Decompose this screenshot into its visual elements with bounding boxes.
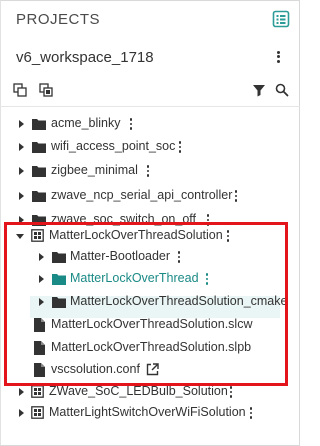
panel-title: PROJECTS bbox=[16, 10, 101, 28]
workspace-more-icon[interactable] bbox=[273, 48, 283, 66]
more-icon[interactable] bbox=[232, 189, 240, 203]
chevron-right-icon[interactable] bbox=[16, 166, 26, 176]
paste-icon[interactable] bbox=[38, 82, 54, 98]
folder-icon bbox=[32, 191, 46, 202]
more-icon[interactable] bbox=[144, 164, 152, 178]
more-icon[interactable] bbox=[227, 385, 235, 399]
solution-icon bbox=[31, 406, 44, 419]
search-icon[interactable] bbox=[274, 82, 290, 98]
highlight-box bbox=[4, 222, 288, 386]
tree-item-acme-blinky[interactable]: acme_blinky bbox=[0, 113, 300, 135]
folder-icon bbox=[32, 142, 46, 153]
chevron-right-icon[interactable] bbox=[16, 191, 26, 201]
tree-item-label: MatterLightSwitchOverWiFiSolution bbox=[49, 405, 246, 419]
folder-icon bbox=[32, 166, 46, 177]
workspace-selector[interactable]: v6_workspace_1718 bbox=[0, 40, 300, 74]
explorer-view-icon[interactable] bbox=[272, 10, 290, 28]
tree-item-label: zigbee_minimal bbox=[51, 163, 138, 177]
solution-icon bbox=[31, 385, 44, 398]
chevron-right-icon[interactable] bbox=[16, 387, 26, 397]
tree-item-matter-light-switch-over-wifi-solution[interactable]: MatterLightSwitchOverWiFiSolution bbox=[0, 402, 300, 424]
tree-item-label: ZWave_SoC_LEDBulb_Solution bbox=[49, 384, 228, 398]
more-icon[interactable] bbox=[127, 117, 135, 131]
workspace-name: v6_workspace_1718 bbox=[16, 48, 154, 66]
chevron-right-icon[interactable] bbox=[16, 142, 26, 152]
tree-item-label: zwave_ncp_serial_api_controller bbox=[51, 188, 233, 202]
separator bbox=[0, 106, 300, 107]
more-icon[interactable] bbox=[176, 140, 184, 154]
tree-item-zwave-ncp-serial-api-controller[interactable]: zwave_ncp_serial_api_controller bbox=[0, 185, 300, 207]
more-icon[interactable] bbox=[247, 406, 255, 420]
tree-item-wifi-access-point-soc[interactable]: wifi_access_point_soc bbox=[0, 136, 300, 158]
panel-header: PROJECTS bbox=[0, 0, 300, 38]
copy-icon[interactable] bbox=[12, 82, 28, 98]
chevron-right-icon[interactable] bbox=[16, 119, 26, 129]
toolbar bbox=[0, 78, 300, 104]
folder-icon bbox=[32, 119, 46, 130]
tree-item-zigbee-minimal[interactable]: zigbee_minimal bbox=[0, 160, 300, 182]
chevron-right-icon[interactable] bbox=[16, 408, 26, 418]
tree-item-label: wifi_access_point_soc bbox=[51, 139, 176, 153]
tree-item-label: acme_blinky bbox=[51, 116, 121, 130]
filter-icon[interactable] bbox=[251, 82, 267, 98]
